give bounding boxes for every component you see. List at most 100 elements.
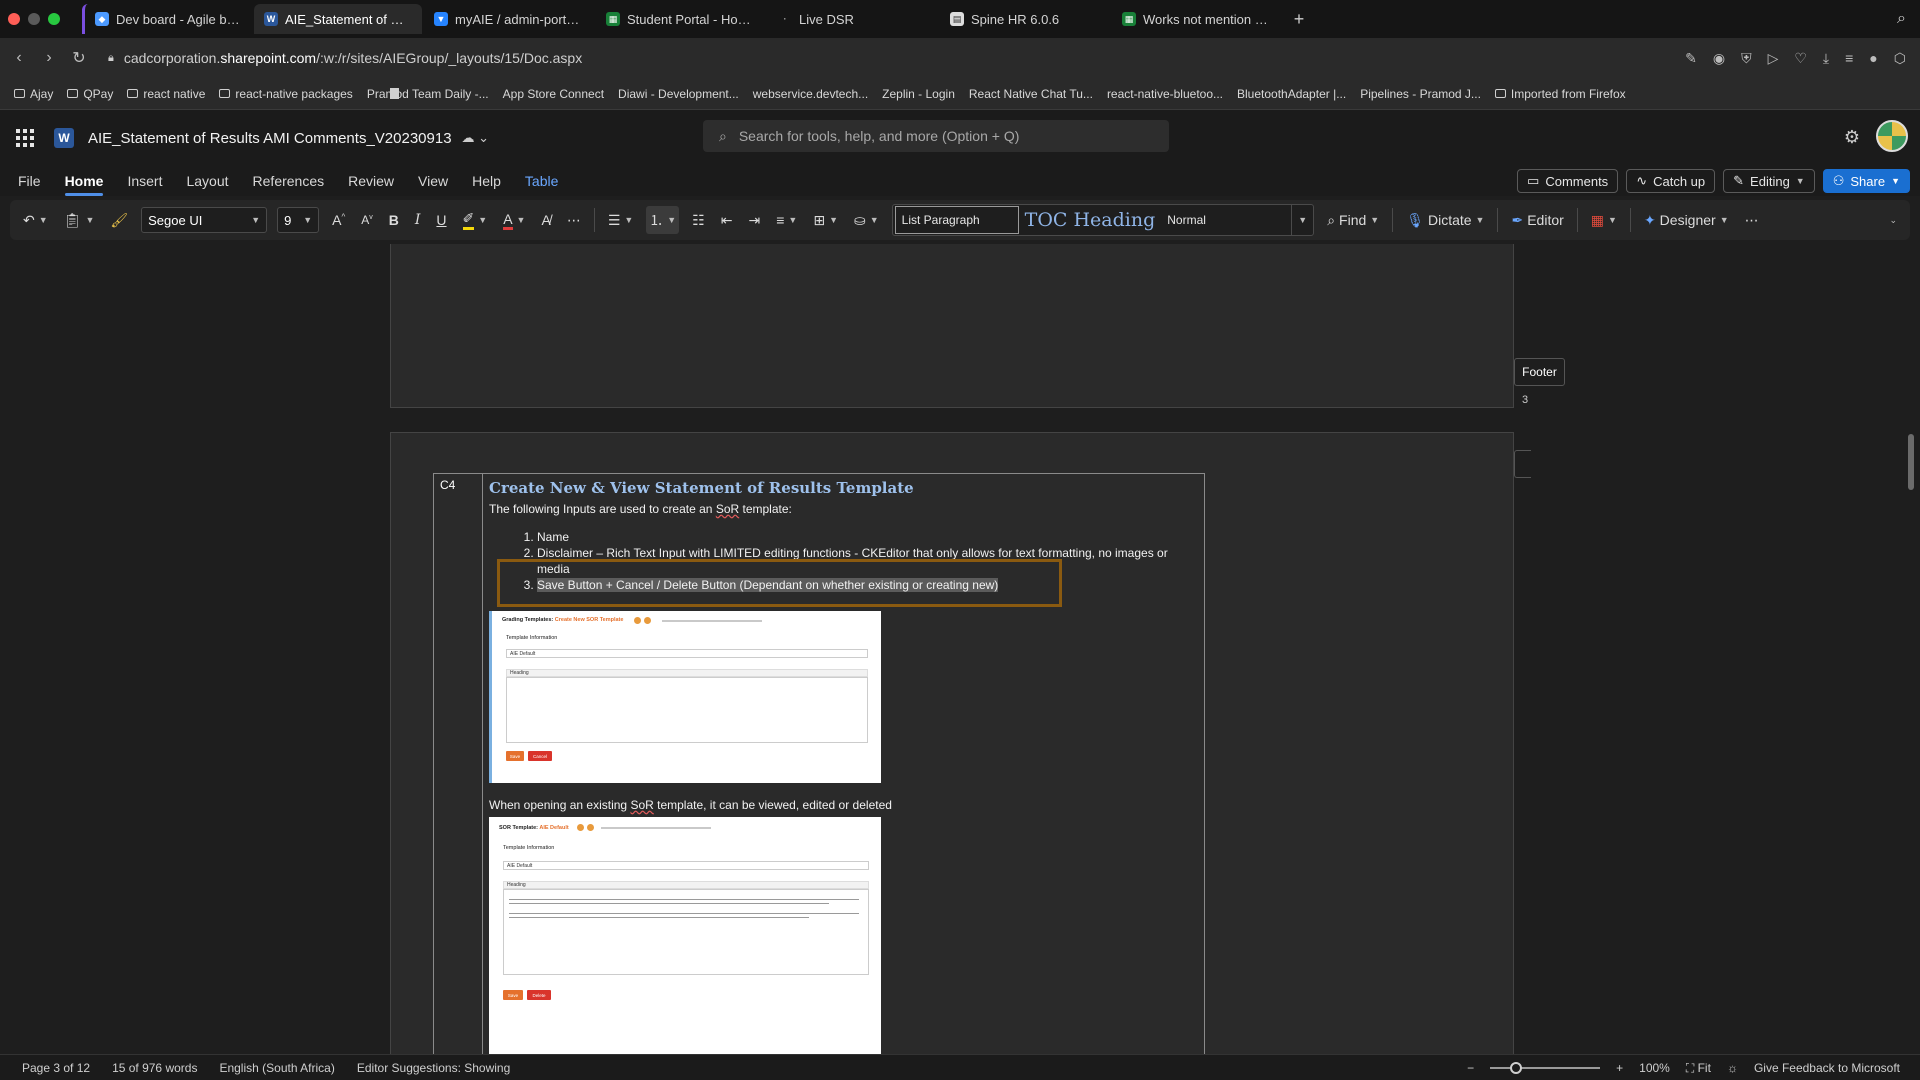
- tab-insert[interactable]: Insert: [127, 166, 162, 196]
- reload-button[interactable]: ↻: [64, 48, 94, 68]
- browser-tab[interactable]: ◆ Dev board - Agile board: [82, 4, 252, 34]
- tab-file[interactable]: File: [18, 166, 41, 196]
- bookmark-item[interactable]: Pramod Team Daily -...: [367, 87, 489, 101]
- app-launcher-icon[interactable]: [16, 129, 34, 147]
- bookmark-item[interactable]: webservice.devtech...: [390, 87, 868, 101]
- download-icon[interactable]: ⤓: [1823, 50, 1829, 67]
- zoom-out-button[interactable]: −: [1467, 1061, 1474, 1075]
- italic-button[interactable]: I: [412, 206, 424, 234]
- style-normal[interactable]: Normal: [1161, 213, 1291, 227]
- fit-button[interactable]: ⛶ Fit: [1686, 1061, 1711, 1076]
- url-field[interactable]: 🔒︎ cadcorporation.sharepoint.com/:w:/r/s…: [108, 50, 582, 66]
- list-item[interactable]: Name: [537, 529, 1198, 545]
- paste-button[interactable]: 📋︎ ▼: [61, 206, 98, 234]
- feedback-link[interactable]: Give Feedback to Microsoft: [1754, 1061, 1900, 1075]
- collapse-ribbon-button[interactable]: ⌄: [1886, 206, 1900, 234]
- bookmark-item[interactable]: React Native Chat Tu...: [390, 87, 1093, 101]
- tab-table[interactable]: Table: [525, 166, 558, 196]
- highlight-button[interactable]: ✐ ▼: [460, 206, 491, 234]
- clear-formatting-button[interactable]: A̸: [538, 206, 553, 234]
- play-icon[interactable]: ▷: [1768, 50, 1779, 67]
- minimize-window-button[interactable]: [28, 13, 40, 25]
- numbering-button[interactable]: ⒈ ▼: [646, 206, 680, 234]
- grow-font-button[interactable]: A^: [329, 206, 348, 234]
- language[interactable]: English (South Africa): [219, 1061, 334, 1075]
- zoom-thumb[interactable]: [1510, 1062, 1523, 1074]
- footer-label[interactable]: Footer: [1514, 358, 1565, 386]
- zoom-window-button[interactable]: [48, 13, 60, 25]
- bullets-button[interactable]: ☰ ▼: [605, 206, 636, 234]
- dictate-button[interactable]: 🎙︎ Dictate ▼: [1403, 206, 1487, 234]
- font-name-dropdown[interactable]: Segoe UI ▼: [141, 207, 268, 233]
- brightness-icon[interactable]: ☼: [1727, 1061, 1738, 1075]
- zoom-slider[interactable]: [1490, 1062, 1601, 1074]
- search-input[interactable]: ⌕ Search for tools, help, and more (Opti…: [703, 120, 1169, 152]
- bookmark-item[interactable]: QPay: [67, 87, 113, 101]
- bold-button[interactable]: B: [386, 206, 402, 234]
- decrease-indent-button[interactable]: ⇤: [718, 206, 736, 234]
- back-button[interactable]: ‹: [4, 49, 34, 67]
- zoom-level[interactable]: 100%: [1639, 1061, 1670, 1075]
- editor-button[interactable]: ✒ Editor: [1508, 206, 1566, 234]
- browser-tab[interactable]: ▦Works not mention - Goo: [1112, 4, 1282, 34]
- bookmark-item[interactable]: Pipelines - Pramod J...: [390, 87, 1481, 101]
- section-heading[interactable]: Create New & View Statement of Results T…: [489, 479, 1198, 497]
- comments-button[interactable]: ▭ Comments: [1517, 169, 1619, 193]
- bookmark-item[interactable]: App Store Connect: [390, 87, 604, 101]
- profile-icon[interactable]: ●: [1869, 50, 1877, 67]
- designer-button[interactable]: ✦ Designer ▼: [1641, 206, 1732, 234]
- editor-suggestions[interactable]: Editor Suggestions: Showing: [357, 1061, 510, 1075]
- font-size-dropdown[interactable]: 9 ▼: [277, 207, 320, 233]
- undo-button[interactable]: ↶ ▼: [20, 206, 51, 234]
- word-count[interactable]: 15 of 976 words: [112, 1061, 197, 1075]
- share-button[interactable]: ⚇ Share ▼: [1822, 169, 1910, 193]
- avatar[interactable]: [1876, 120, 1908, 152]
- bookmark-item[interactable]: Diawi - Development...: [390, 87, 739, 101]
- underline-button[interactable]: U: [433, 206, 449, 234]
- browser-tab[interactable]: · Live DSR: [768, 4, 938, 34]
- find-button[interactable]: ⌕ Find ▼: [1324, 206, 1382, 234]
- saved-status-icon[interactable]: ☁︎ ⌄: [462, 130, 490, 146]
- tab-references[interactable]: References: [253, 166, 325, 196]
- browser-tab-active[interactable]: WAIE_Statement of Results: [254, 4, 422, 34]
- bookmark-item[interactable]: Ajay: [14, 87, 53, 101]
- tab-layout[interactable]: Layout: [186, 166, 228, 196]
- new-tab-button[interactable]: +: [1284, 4, 1314, 34]
- heart-icon[interactable]: ♡: [1794, 50, 1807, 67]
- camera-icon[interactable]: ◉: [1713, 50, 1725, 67]
- tab-help[interactable]: Help: [472, 166, 501, 196]
- menu-icon[interactable]: ≡: [1845, 50, 1853, 67]
- tab-home[interactable]: Home: [64, 166, 103, 196]
- borders-button[interactable]: ⊞ ▼: [810, 206, 841, 234]
- search-tabs-icon[interactable]: ⌕: [1897, 10, 1920, 28]
- existing-template-paragraph[interactable]: When opening an existing SoR template, i…: [489, 797, 892, 813]
- shield-icon[interactable]: ⛨: [1741, 50, 1752, 67]
- addins-button[interactable]: ▦ ▼: [1588, 206, 1620, 234]
- intro-paragraph[interactable]: The following Inputs are used to create …: [489, 501, 1198, 517]
- bookmark-item[interactable]: BluetoothAdapter |...: [390, 87, 1346, 101]
- browser-tab[interactable]: ▼ myAIE / admin-portal / B: [424, 4, 594, 34]
- bookmark-item[interactable]: react native: [127, 87, 205, 101]
- shading-button[interactable]: ⛀ ▼: [851, 206, 882, 234]
- style-toc-heading[interactable]: TOC Heading: [1019, 209, 1162, 231]
- gear-icon[interactable]: ⚙: [1844, 127, 1860, 148]
- forward-button[interactable]: ›: [34, 49, 64, 67]
- page-count[interactable]: Page 3 of 12: [22, 1061, 90, 1075]
- increase-indent-button[interactable]: ⇥: [746, 206, 764, 234]
- style-list-paragraph[interactable]: List Paragraph: [894, 206, 1019, 234]
- browser-tab[interactable]: ▤ Spine HR 6.0.6: [940, 4, 1110, 34]
- browser-tab[interactable]: ▦ Student Portal - Hourly u: [596, 4, 766, 34]
- bookmark-item[interactable]: Imported from Firefox: [1494, 87, 1626, 101]
- tab-view[interactable]: View: [418, 166, 448, 196]
- more-commands-button[interactable]: ⋯: [1742, 206, 1762, 234]
- document-canvas[interactable]: Footer 3 C4 Create New & View Statement …: [0, 244, 1920, 1054]
- zoom-in-button[interactable]: +: [1616, 1061, 1623, 1075]
- bookmark-item[interactable]: react-native packages: [219, 87, 353, 101]
- previous-page[interactable]: [390, 244, 1514, 408]
- close-window-button[interactable]: [8, 13, 20, 25]
- format-painter-button[interactable]: 🖌︎: [107, 206, 131, 234]
- extension-icon[interactable]: ⬡: [1894, 50, 1906, 67]
- align-button[interactable]: ≡ ▼: [773, 206, 800, 234]
- shrink-font-button[interactable]: Av: [358, 206, 376, 234]
- edit-icon[interactable]: ✎: [1685, 50, 1697, 67]
